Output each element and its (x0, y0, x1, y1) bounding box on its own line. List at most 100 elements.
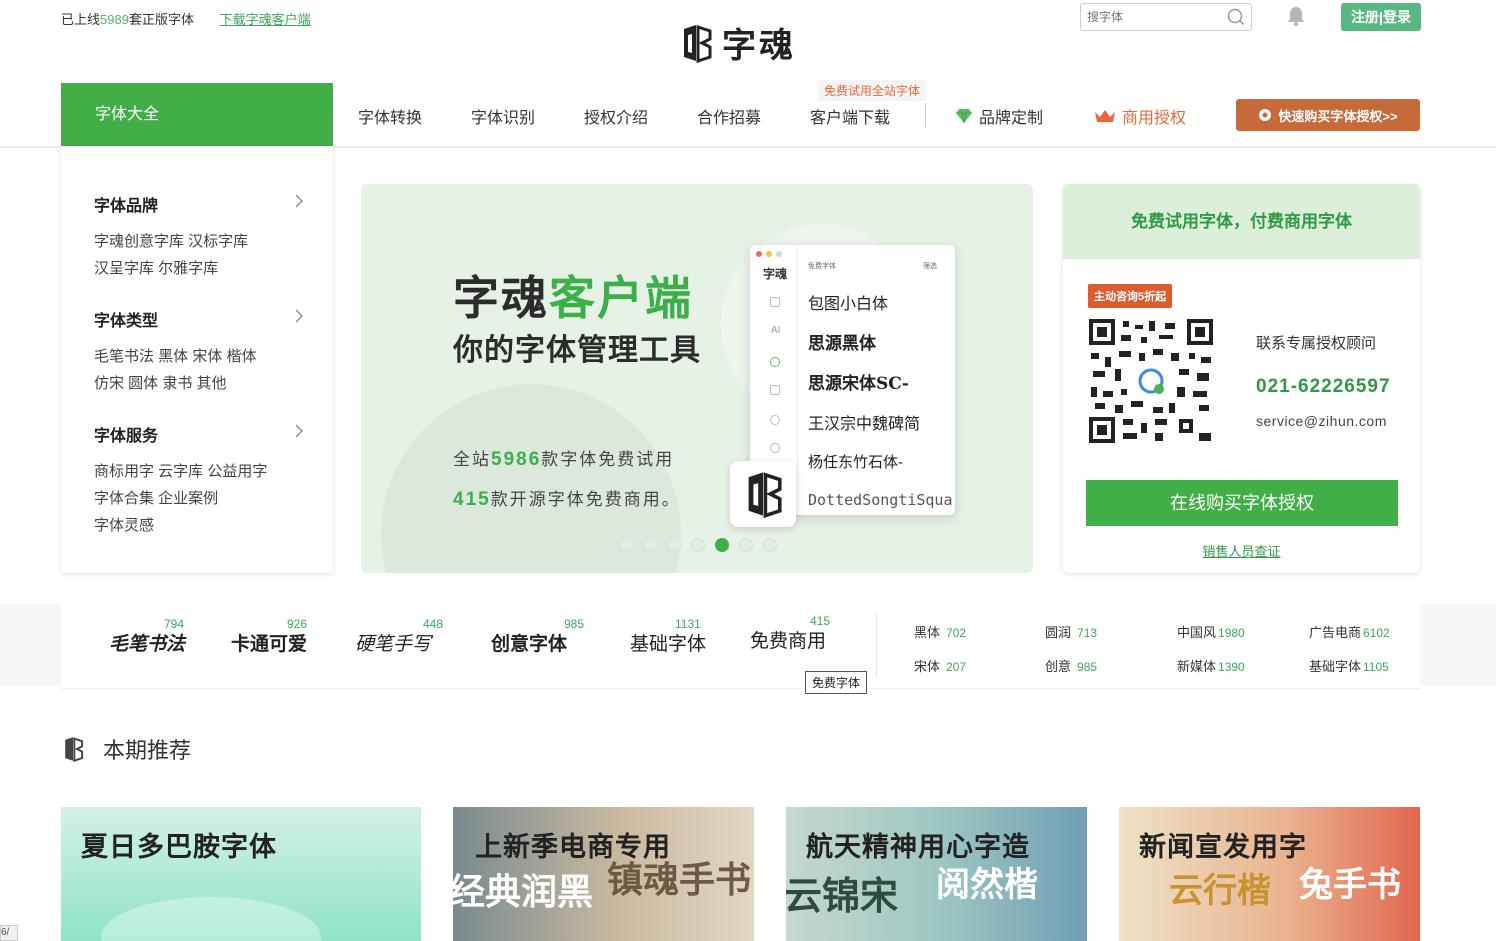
app-active-icon (770, 357, 780, 367)
mini-category[interactable]: 中国风 1980 (1177, 622, 1245, 641)
app-tab: 免费字体 (808, 263, 836, 270)
mini-category-count: 985 (1077, 660, 1098, 674)
mini-category-count: 702 (946, 626, 967, 640)
carousel-dot[interactable] (739, 538, 753, 552)
register-login-button[interactable]: 注册|登录 (1341, 3, 1421, 31)
recommend-card-title: 新闻宣发用字 (1139, 832, 1307, 862)
sidebar-link[interactable]: 汉呈字库 尔雅字库 (94, 255, 304, 282)
nav-all-fonts[interactable]: 字体大全 (61, 83, 333, 146)
quick-buy-license-button[interactable]: 快速购买字体授权>> (1236, 99, 1420, 131)
app-font-sample: DottedSongtiSquar (808, 491, 955, 509)
nav-font-convert[interactable]: 字体转换 (358, 104, 422, 128)
nav-brand-custom[interactable]: 品牌定制 (955, 104, 1043, 128)
zihun-logo-icon (65, 737, 84, 762)
sidebar-link[interactable]: 毛笔书法 黑体 宋体 楷体 (94, 343, 304, 370)
nav-partner-recruit[interactable]: 合作招募 (697, 104, 761, 128)
sidebar-title-type[interactable]: 字体类型 (94, 307, 304, 331)
card-art-text: 经典润黑 (453, 871, 594, 913)
mini-category[interactable]: 黑体 702 (914, 622, 966, 641)
banner-line1-num: 5986 (491, 449, 542, 470)
license-icon (1259, 109, 1272, 121)
nav-font-identify[interactable]: 字体识别 (471, 104, 535, 128)
category-count: 448 (423, 617, 444, 631)
nav-separator (925, 103, 926, 127)
logo-text: 字魂 (722, 26, 796, 66)
recommend-card[interactable]: 新闻宣发用字 云行楷 兔手书 (1119, 807, 1420, 941)
sales-verify-link[interactable]: 销售人员查证 (1063, 541, 1420, 560)
sidebar-title-service[interactable]: 字体服务 (94, 422, 304, 446)
sidebar-section-brand[interactable]: 字体品牌 字魂创意字库 汉标字库 汉呈字库 尔雅字库 (94, 192, 304, 282)
mini-category-count: 1390 (1218, 660, 1245, 674)
mini-category[interactable]: 广告电商 6102 (1309, 622, 1390, 641)
carousel-dot[interactable] (667, 538, 681, 552)
chevron-right-icon[interactable] (294, 309, 304, 323)
hero-banner[interactable]: 字魂客户端 你的字体管理工具 全站5986款字体免费试用 415款开源字体免费商… (361, 184, 1033, 573)
sidebar-link[interactable]: 字魂创意字库 汉标字库 (94, 228, 304, 255)
sidebar-link[interactable]: 字体灵感 (94, 512, 304, 539)
category-basic[interactable]: 基础字体 (630, 629, 706, 656)
chevron-right-icon[interactable] (294, 424, 304, 438)
category-free-commercial[interactable]: 免费商用 (750, 626, 826, 653)
category-strip: 毛笔书法 794 卡通可爱 926 硬笔手写 448 创意字体 985 基础字体… (61, 604, 1420, 694)
card-art-text: 兔手书 (1299, 865, 1401, 905)
carousel-dot[interactable] (763, 538, 777, 552)
app-monitor-icon (770, 385, 780, 395)
online-suffix: 套正版字体 (128, 12, 194, 27)
app-diamond-icon (770, 297, 780, 307)
recommend-card[interactable]: 夏日多巴胺字体 (61, 807, 421, 941)
bell-icon[interactable] (1285, 5, 1307, 27)
category-cartoon[interactable]: 卡通可爱 (231, 629, 307, 656)
mini-category-name: 黑体 (914, 625, 941, 640)
search-box[interactable] (1080, 3, 1252, 31)
carousel-dot[interactable] (643, 538, 657, 552)
buy-license-online-button[interactable]: 在线购买字体授权 (1086, 480, 1398, 526)
category-count: 926 (287, 617, 308, 631)
client-free-tag: 免费试用全站字体 (818, 80, 927, 101)
sidebar-link[interactable]: 商标用字 云字库 公益用字 (94, 458, 304, 485)
sidebar-section-type[interactable]: 字体类型 毛笔书法 黑体 宋体 楷体 仿宋 圆体 隶书 其他 (94, 307, 304, 397)
carousel-dot[interactable] (619, 538, 633, 552)
app-filter: 筛选 (923, 263, 937, 270)
carousel-dot[interactable] (691, 538, 705, 552)
mini-category[interactable]: 基础字体 1105 (1309, 656, 1389, 675)
sidebar-title-brand[interactable]: 字体品牌 (94, 192, 304, 216)
recommend-title: 本期推荐 (103, 738, 192, 763)
download-client-link[interactable]: 下载字魂客户端 (220, 12, 311, 27)
mini-category[interactable]: 新媒体 1390 (1177, 656, 1245, 675)
side-page-tab[interactable]: 6/ (0, 925, 18, 941)
carousel-dot[interactable] (715, 538, 729, 552)
mini-category[interactable]: 创意 985 (1045, 656, 1097, 675)
online-count-text: 已上线5989套正版字体 下载字魂客户端 (61, 9, 311, 28)
phone-number: 021-62226597 (1256, 376, 1391, 397)
site-logo[interactable]: 字魂 (678, 18, 796, 67)
nav-client-download[interactable]: 客户端下载 (810, 104, 890, 128)
search-icon[interactable] (1227, 8, 1245, 26)
mini-category[interactable]: 圆润 713 (1045, 622, 1097, 641)
service-email[interactable]: service@zihun.com (1256, 413, 1387, 429)
nav-license-intro[interactable]: 授权介绍 (584, 104, 648, 128)
banner-line2-b: 款开源字体免费商用。 (490, 490, 681, 509)
category-creative[interactable]: 创意字体 (491, 629, 567, 656)
zihun-logo-icon (748, 472, 782, 518)
banner-title-b: 客户端 (549, 272, 693, 324)
category-handwriting[interactable]: 硬笔手写 (355, 629, 431, 656)
sidebar-section-service[interactable]: 字体服务 商标用字 云字库 公益用字 字体合集 企业案例 字体灵感 (94, 422, 304, 539)
mini-category[interactable]: 宋体 207 (914, 656, 966, 675)
chevron-right-icon[interactable] (294, 194, 304, 208)
mini-category-name: 中国风 (1177, 625, 1217, 640)
mini-category-name: 宋体 (914, 659, 941, 674)
consult-text: 联系专属授权顾问 (1256, 335, 1377, 352)
qr-code-icon (1089, 319, 1213, 443)
recommend-card[interactable]: 上新季电商专用 经典润黑 镇魂手书 (453, 807, 754, 941)
card-art-text: 云锦宋 (786, 873, 899, 918)
category-count: 985 (564, 617, 585, 631)
app-ai-label: AI (771, 325, 781, 336)
sidebar-link[interactable]: 字体合集 企业案例 (94, 485, 304, 512)
category-calligraphy[interactable]: 毛笔书法 (109, 629, 185, 656)
recommend-card[interactable]: 航天精神用心字造 云锦宋 阅然楷 (786, 807, 1087, 941)
banner-title-a: 字魂 (453, 272, 549, 324)
sidebar-link[interactable]: 仿宋 圆体 隶书 其他 (94, 370, 304, 397)
nav-commercial-license[interactable]: 商用授权 (1094, 104, 1186, 128)
search-input[interactable] (1081, 4, 1221, 30)
license-card: 免费试用字体，付费商用字体 主动咨询5折起 联系专属授权顾问 021-62226… (1063, 184, 1420, 573)
